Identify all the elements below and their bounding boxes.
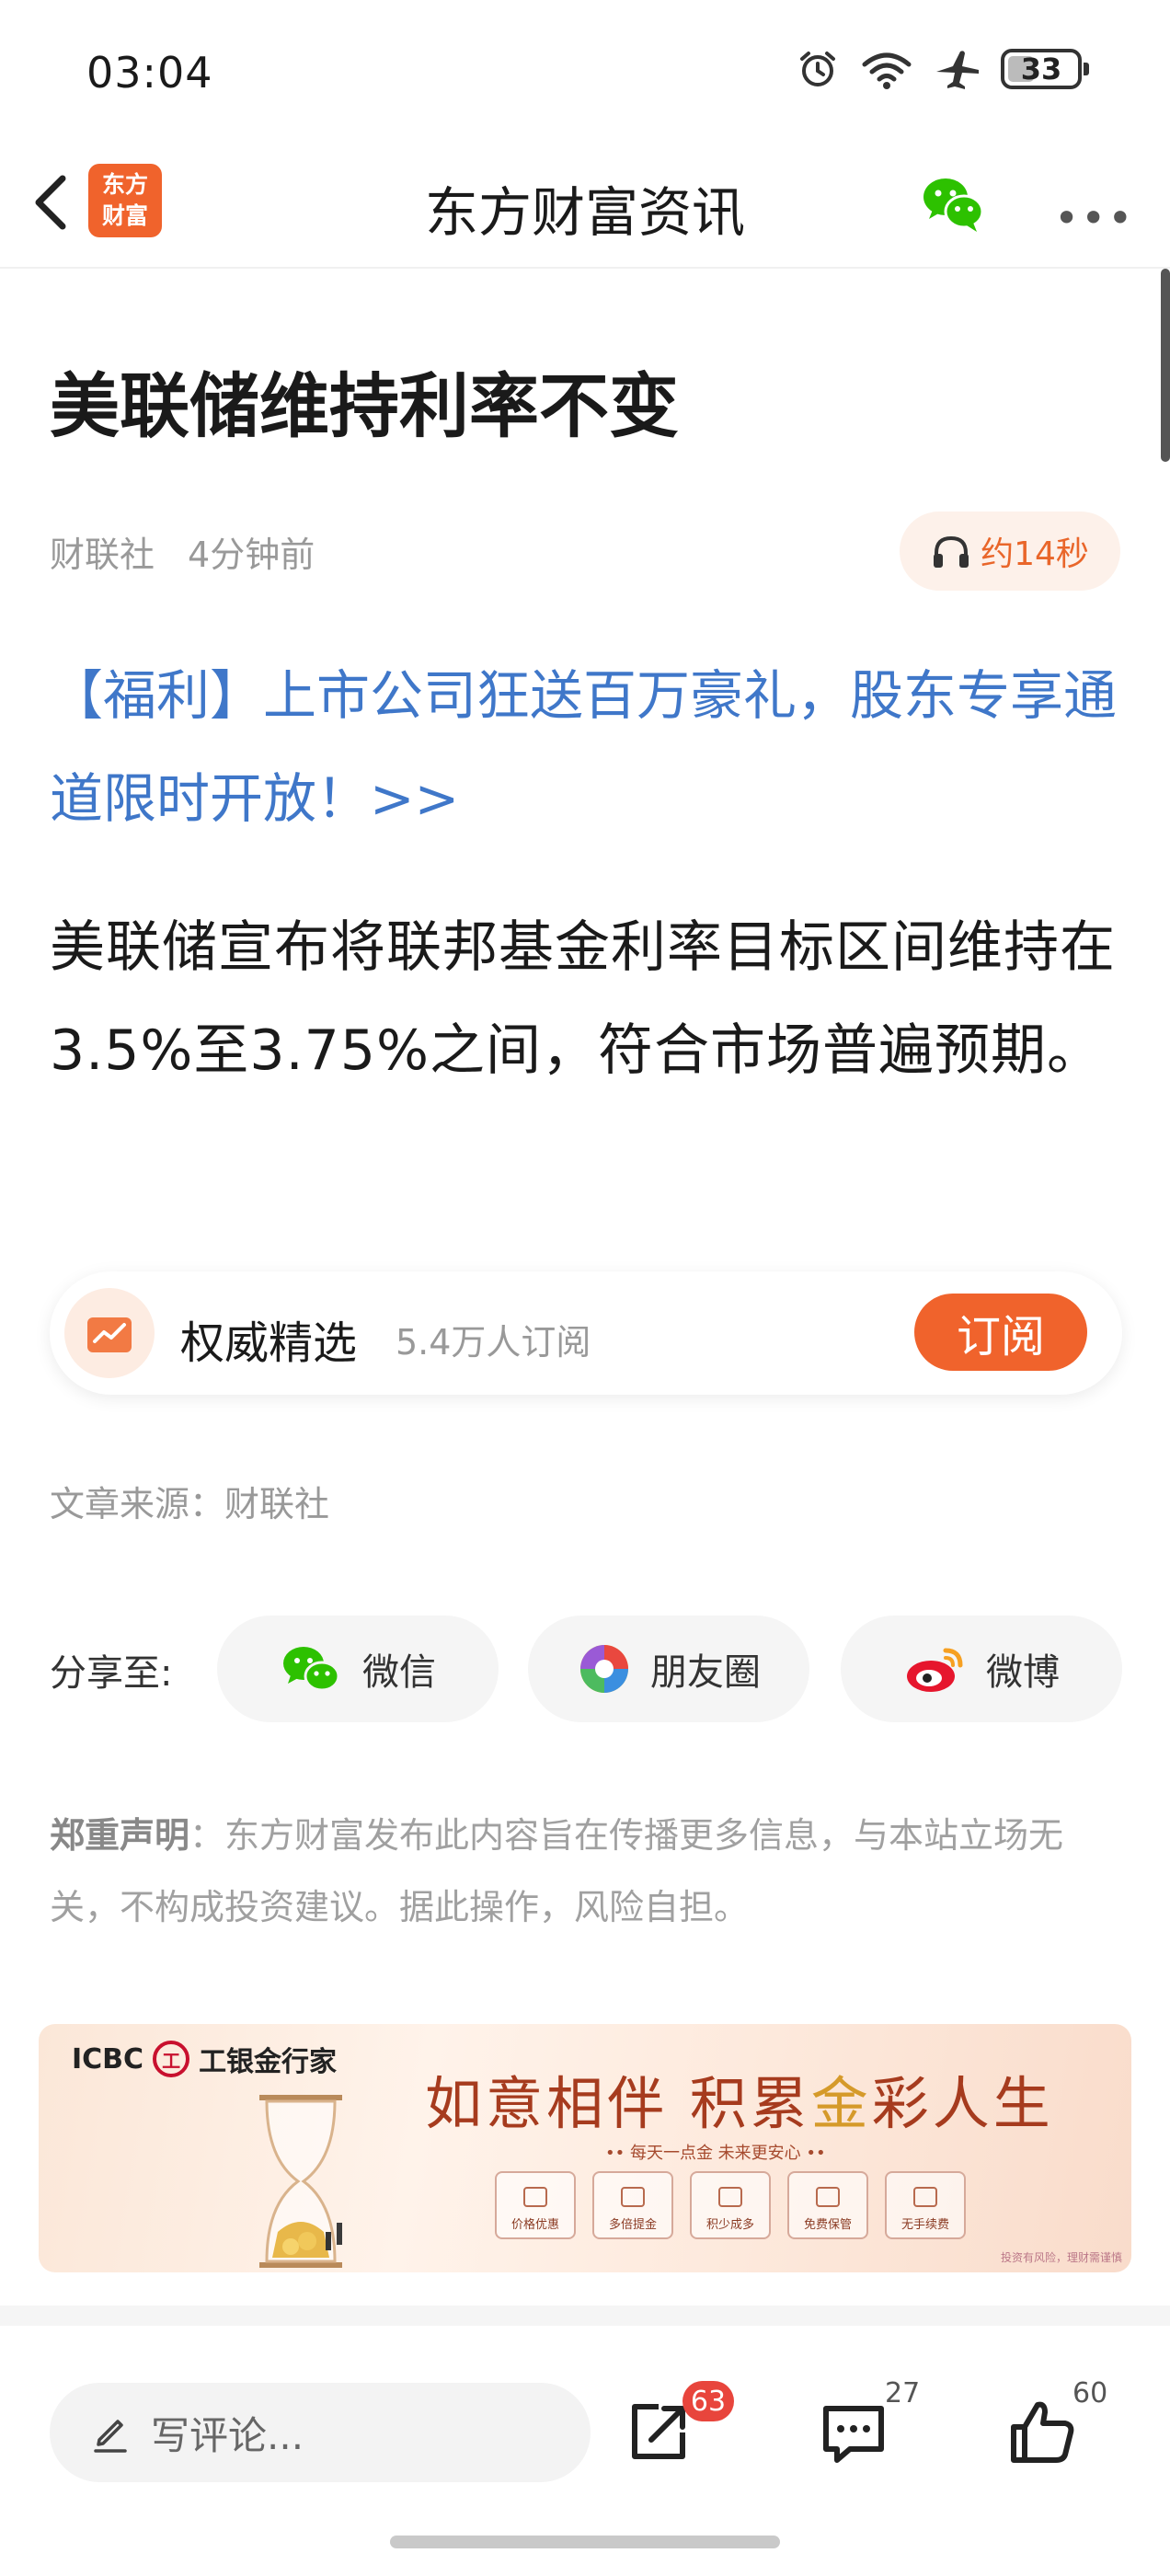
share-weibo-button[interactable]: 微博 bbox=[841, 1616, 1122, 1722]
ad-feature-item: 价格优惠 bbox=[495, 2171, 576, 2239]
feature-icon bbox=[621, 2187, 645, 2207]
top-nav-bar: 东方 财富 东方财富资讯 ••• bbox=[0, 138, 1170, 269]
article-body: 美联储宣布将联邦基金利率目标区间维持在3.5%至3.75%之间，符合市场普遍预期… bbox=[50, 915, 1116, 1083]
article-title: 美联储维持利率不变 bbox=[50, 365, 679, 447]
disclaimer: 郑重声明：东方财富发布此内容旨在传播更多信息，与本站立场无关，不构成投资建议。据… bbox=[50, 1800, 1120, 1943]
ad-feature-item: 无手续费 bbox=[885, 2171, 966, 2239]
like-thumbs-up-icon[interactable] bbox=[1006, 2396, 1080, 2469]
headphones-icon bbox=[934, 535, 969, 568]
alarm-icon bbox=[800, 52, 835, 86]
icbc-logo-icon: 工 bbox=[153, 2041, 190, 2077]
moments-icon bbox=[580, 1645, 628, 1693]
share-moments-label: 朋友圈 bbox=[650, 1651, 761, 1694]
status-icons: 33 bbox=[797, 48, 1089, 90]
wechat-icon bbox=[283, 1647, 340, 1692]
ad-feature-list: 价格优惠 多倍提金 积少成多 免费保管 无手续费 bbox=[495, 2171, 966, 2239]
feature-icon bbox=[523, 2187, 547, 2207]
icbc-ad-banner[interactable]: ICBC 工 工银金行家 如意相伴 积累金彩人生 •• 每天一点金 未来更安心 … bbox=[39, 2024, 1131, 2272]
subscribe-button[interactable]: 订阅 bbox=[914, 1294, 1087, 1371]
audio-duration: 约14秒 bbox=[981, 535, 1089, 573]
ad-subtitle: •• 每天一点金 未来更安心 •• bbox=[605, 2144, 826, 2163]
comment-icon[interactable] bbox=[817, 2396, 890, 2469]
bottom-action-bar: 写评论... 63 27 60 bbox=[0, 2326, 1170, 2576]
article-source: 财联社 bbox=[50, 535, 155, 575]
article-time: 4分钟前 bbox=[188, 535, 315, 575]
airplane-mode-icon bbox=[936, 51, 979, 89]
scrollbar[interactable] bbox=[1161, 269, 1170, 462]
ad-slogan-part2: 彩人生 bbox=[871, 2070, 1054, 2137]
ad-slogan: 如意相伴 积累金彩人生 bbox=[425, 2057, 1054, 2140]
ad-slogan-gold: 金 bbox=[810, 2070, 872, 2137]
column-subscription-card[interactable]: 权威精选 5.4万人订阅 订阅 bbox=[50, 1271, 1122, 1395]
pencil-icon bbox=[94, 2420, 127, 2453]
ad-footer-note: 投资有风险，理财需谨慎 bbox=[1000, 2251, 1122, 2264]
subscriber-count: 5.4万人订阅 bbox=[396, 1322, 591, 1363]
ad-feature-label: 价格优惠 bbox=[510, 2218, 559, 2232]
status-bar: 03:04 33 bbox=[0, 0, 1170, 138]
promo-link[interactable]: 【福利】上市公司狂送百万豪礼，股东专享通道限时开放！>> bbox=[50, 644, 1135, 850]
share-wechat-button[interactable]: 微信 bbox=[217, 1616, 499, 1722]
ad-feature-label: 积少成多 bbox=[705, 2218, 754, 2232]
article-meta: 财联社 4分钟前 bbox=[50, 526, 315, 577]
article-source-line: 文章来源：财联社 bbox=[50, 1484, 330, 1524]
icbc-brand-text: ICBC bbox=[72, 2042, 144, 2076]
share-count-badge: 63 bbox=[682, 2381, 734, 2421]
feature-icon bbox=[718, 2187, 742, 2207]
ad-feature-label: 免费保管 bbox=[803, 2218, 852, 2232]
battery-indicator: 33 bbox=[1001, 49, 1089, 89]
wechat-share-icon[interactable] bbox=[916, 166, 990, 239]
home-indicator[interactable] bbox=[390, 2536, 780, 2548]
share-moments-button[interactable]: 朋友圈 bbox=[528, 1616, 809, 1722]
ad-feature-label: 无手续费 bbox=[900, 2218, 949, 2232]
status-time: 03:04 bbox=[86, 48, 213, 98]
like-count: 60 bbox=[1072, 2377, 1108, 2409]
ad-brand: ICBC 工 工银金行家 bbox=[72, 2039, 337, 2079]
column-avatar bbox=[64, 1288, 155, 1378]
wifi-icon bbox=[862, 52, 912, 89]
page-title: 东方财富资讯 bbox=[424, 181, 745, 244]
ad-slogan-part1: 如意相伴 积累 bbox=[425, 2070, 811, 2137]
share-wechat-label: 微信 bbox=[362, 1651, 436, 1694]
comment-placeholder: 写评论... bbox=[151, 2412, 304, 2458]
chart-trend-icon bbox=[87, 1317, 132, 1352]
comment-count: 27 bbox=[885, 2377, 921, 2409]
disclaimer-text: ：东方财富发布此内容旨在传播更多信息，与本站立场无关，不构成投资建议。据此操作，… bbox=[50, 1815, 1064, 1927]
comment-input[interactable]: 写评论... bbox=[50, 2383, 591, 2482]
column-name: 权威精选 bbox=[180, 1317, 358, 1369]
ad-feature-item: 多倍提金 bbox=[592, 2171, 673, 2239]
ad-product-name: 工银金行家 bbox=[199, 2046, 338, 2078]
share-weibo-label: 微博 bbox=[986, 1651, 1060, 1694]
feature-icon bbox=[816, 2187, 840, 2207]
weibo-icon bbox=[907, 1648, 963, 1692]
more-options-icon[interactable]: ••• bbox=[1054, 193, 1134, 243]
ad-feature-item: 免费保管 bbox=[787, 2171, 868, 2239]
section-divider bbox=[0, 2306, 1170, 2326]
hourglass-gold-icon bbox=[259, 2095, 342, 2268]
ad-feature-label: 多倍提金 bbox=[608, 2218, 657, 2232]
share-label: 分享至: bbox=[50, 1652, 173, 1695]
disclaimer-heading: 郑重声明 bbox=[50, 1815, 190, 1856]
ad-feature-item: 积少成多 bbox=[690, 2171, 771, 2239]
battery-level: 33 bbox=[1020, 52, 1062, 86]
feature-icon bbox=[913, 2187, 937, 2207]
listen-audio-button[interactable]: 约14秒 bbox=[900, 512, 1120, 591]
